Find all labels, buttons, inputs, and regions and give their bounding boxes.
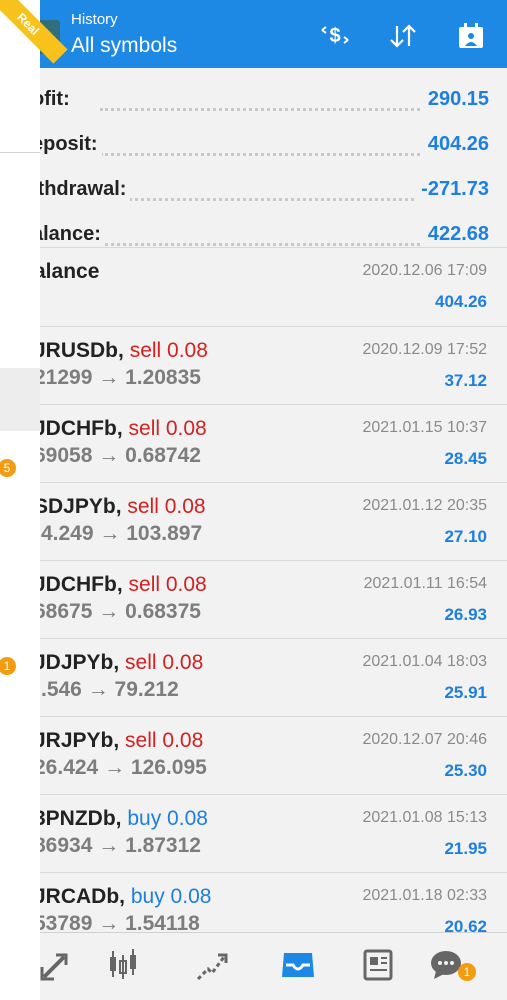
deal-row[interactable]: JRUSDb, sell 0.08 21299 → 1.20835 2020.1…	[40, 327, 507, 405]
deal-direction: buy 0.08	[130, 885, 212, 908]
deal-symbol: JDJPYb,	[40, 651, 120, 674]
deal-prices: ).546 → 79.212	[40, 678, 179, 701]
deal-direction: sell 0.08	[128, 417, 207, 440]
svg-text:$: $	[329, 25, 340, 47]
deal-symbol: 3PNZDb,	[40, 807, 122, 830]
deal-symbol: SDJPYb,	[40, 495, 122, 518]
deal-profit: 37.12	[444, 371, 487, 390]
quotes-icon[interactable]	[40, 943, 78, 987]
bottom-navigation: 1	[40, 932, 507, 1000]
deal-symbol: JDCHFb,	[40, 417, 123, 440]
deal-direction: sell 0.08	[128, 573, 207, 596]
balance-entry-time: 2020.12.06 17:09	[362, 262, 487, 279]
sort-icon[interactable]	[388, 22, 418, 50]
deal-direction: buy 0.08	[127, 807, 208, 830]
dotted-leader	[100, 108, 432, 111]
drawer-selected-item[interactable]	[0, 368, 40, 431]
deal-prices: 68675 → 0.68375	[40, 600, 201, 623]
deposit-value: 404.26	[421, 133, 489, 156]
deal-row[interactable]: JDJPYb, sell 0.08 ).546 → 79.212 2021.01…	[40, 639, 507, 717]
deal-time: 2021.01.15 10:37	[362, 419, 487, 436]
trade-icon[interactable]	[190, 943, 234, 987]
balance-entry-label: alance	[40, 260, 100, 283]
deal-profit: 28.45	[444, 449, 487, 468]
deal-time: 2021.01.18 02:33	[362, 887, 487, 904]
top-bar: History All symbols $	[40, 0, 507, 68]
deal-symbol: JRUSDb,	[40, 339, 124, 362]
deal-profit: 25.91	[444, 683, 487, 702]
balance-entry-amount: 404.26	[435, 292, 487, 311]
drawer-divider	[0, 152, 40, 153]
profit-value: 290.15	[421, 88, 489, 111]
deal-time: 2021.01.08 15:13	[362, 809, 487, 826]
chat-badge: 1	[458, 963, 476, 981]
deal-prices: 26.424 → 126.095	[40, 756, 207, 779]
deal-direction: sell 0.08	[127, 495, 206, 518]
dotted-leader	[100, 243, 432, 246]
deal-symbol: JRCADb,	[40, 885, 126, 908]
history-panel: History All symbols $ ofit: 290.15 epos	[40, 0, 507, 1000]
deal-time: 2020.12.09 17:52	[362, 341, 487, 358]
deal-time: 2021.01.04 18:03	[362, 653, 487, 670]
balance-entry-row[interactable]: alance 2020.12.06 17:09 404.26	[40, 248, 507, 327]
profit-label: ofit:	[40, 88, 74, 111]
deal-prices: 69058 → 0.68742	[40, 444, 201, 467]
deal-row[interactable]: JDCHFb, sell 0.08 68675 → 0.68375 2021.0…	[40, 561, 507, 639]
deal-row[interactable]: 3PNZDb, buy 0.08 86934 → 1.87312 2021.01…	[40, 795, 507, 873]
deal-direction: sell 0.08	[125, 729, 204, 752]
deal-prices: 86934 → 1.87312	[40, 834, 201, 857]
summary-row-deposit: eposit: 404.26	[40, 123, 507, 168]
news-icon[interactable]	[356, 943, 400, 987]
deal-profit: 26.93	[444, 605, 487, 624]
symbol-filter[interactable]: All symbols	[71, 34, 177, 58]
deposit-label: eposit:	[40, 133, 102, 156]
deal-direction: sell 0.08	[129, 339, 208, 362]
deal-row[interactable]: JRJPYb, sell 0.08 26.424 → 126.095 2020.…	[40, 717, 507, 795]
withdrawal-value: -271.73	[415, 178, 489, 201]
app-logo-icon	[40, 20, 60, 54]
summary-section: ofit: 290.15 eposit: 404.26 ithdrawal: -…	[40, 68, 507, 248]
summary-row-withdrawal: ithdrawal: -271.73	[40, 168, 507, 213]
history-inbox-icon[interactable]	[276, 943, 320, 987]
deal-direction: sell 0.08	[125, 651, 204, 674]
navigation-drawer-edge[interactable]: 5 1	[0, 0, 40, 1000]
deal-time: 2020.12.07 20:46	[362, 731, 487, 748]
calendar-period-icon[interactable]	[456, 22, 486, 50]
deal-symbol: JDCHFb,	[40, 573, 123, 596]
deal-time: 2021.01.11 16:54	[363, 575, 487, 592]
dotted-leader	[100, 153, 432, 156]
deal-profit: 21.95	[444, 839, 487, 858]
withdrawal-label: ithdrawal:	[40, 178, 131, 201]
deal-prices: 21299 → 1.20835	[40, 366, 201, 389]
deposit-withdraw-icon[interactable]: $	[320, 22, 350, 50]
deal-row[interactable]: JDCHFb, sell 0.08 69058 → 0.68742 2021.0…	[40, 405, 507, 483]
page-title: History	[71, 11, 118, 28]
deal-profit: 25.30	[444, 761, 487, 780]
deal-prices: )4.249 → 103.897	[40, 522, 203, 545]
deal-profit: 27.10	[444, 527, 487, 546]
drawer-badge-5: 5	[0, 459, 16, 477]
dotted-leader	[100, 198, 432, 201]
balance-label: alance:	[40, 223, 105, 246]
deal-row[interactable]: SDJPYb, sell 0.08 )4.249 → 103.897 2021.…	[40, 483, 507, 561]
deal-symbol: JRJPYb,	[40, 729, 120, 752]
chart-candles-icon[interactable]	[100, 943, 144, 987]
summary-row-profit: ofit: 290.15	[40, 78, 507, 123]
balance-value: 422.68	[421, 223, 489, 246]
deal-time: 2021.01.12 20:35	[362, 497, 487, 514]
drawer-badge-1: 1	[0, 657, 16, 675]
